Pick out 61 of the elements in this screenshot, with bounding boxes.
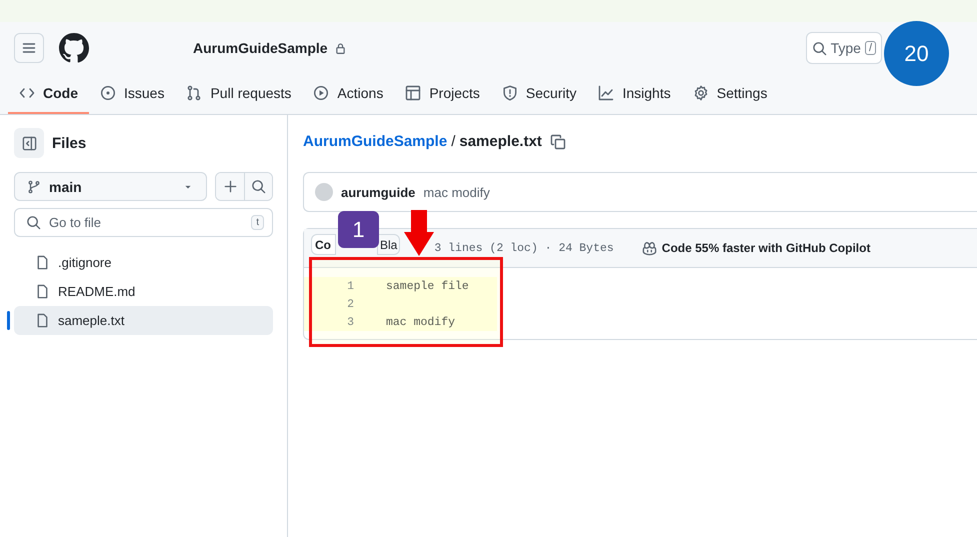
circle-dot-icon — [100, 85, 116, 101]
plus-icon — [222, 179, 238, 194]
nav-tab[interactable]: Pull requests — [175, 74, 302, 114]
shield-icon — [502, 85, 518, 101]
octocat-logo-icon[interactable] — [59, 33, 89, 63]
commit-message[interactable]: mac modify — [423, 184, 490, 200]
search-field[interactable]: Type / — [806, 32, 882, 64]
view-tab[interactable]: Bla — [377, 234, 400, 255]
search-icon — [251, 179, 266, 194]
nav-tab[interactable]: Security — [490, 74, 588, 114]
search-icon — [26, 215, 41, 230]
nav-tab[interactable]: Projects — [394, 74, 491, 114]
sidebar-panel-icon — [22, 136, 36, 150]
line-graph-icon — [598, 85, 614, 101]
breadcrumb-link[interactable]: AurumGuideSample — [303, 133, 448, 150]
play-icon — [313, 85, 330, 101]
repo-name[interactable]: AurumGuideSample — [193, 40, 328, 56]
commit-author[interactable]: aurumguide — [341, 184, 416, 200]
view-tab[interactable]: Co — [311, 234, 336, 255]
shortcut-key: t — [251, 215, 264, 230]
nav-tab[interactable]: Settings — [682, 74, 778, 114]
code-line: sameple file — [386, 280, 469, 292]
collapse-sidebar-button[interactable] — [14, 128, 44, 158]
file-icon — [35, 284, 50, 299]
settings-icon — [692, 85, 709, 101]
field-placeholder: Go to file — [49, 215, 102, 230]
menu-button[interactable] — [14, 33, 44, 63]
copilot-link[interactable]: Code 55% faster with GitHub Copilot — [642, 240, 870, 256]
search-icon — [812, 40, 827, 56]
nav-tab[interactable]: Code — [8, 74, 89, 114]
nav-tab[interactable]: Actions — [302, 74, 394, 114]
nav-tab[interactable]: Insights — [587, 74, 682, 114]
file-icon — [35, 255, 50, 270]
file-tree-item[interactable]: README.md — [14, 277, 273, 306]
branch-selector[interactable]: main — [14, 172, 207, 201]
nav-tab[interactable]: Issues — [89, 74, 176, 114]
breadcrumb-separator: / — [451, 133, 456, 150]
copy-icon[interactable] — [550, 134, 566, 150]
step-badge: 1 — [338, 211, 379, 248]
pull-request-icon — [186, 85, 202, 101]
lock-icon — [334, 42, 347, 54]
shortcut-key: / — [864, 41, 876, 55]
sidebar-title: Files — [52, 134, 86, 152]
line-number: 1 — [346, 280, 354, 292]
search-button[interactable] — [244, 173, 272, 200]
add-file-button[interactable] — [216, 173, 244, 200]
file-name: sameple.txt — [459, 133, 542, 150]
file-tree-item[interactable]: .gitignore — [14, 248, 273, 277]
file-icon — [35, 313, 50, 328]
table-icon — [405, 85, 422, 101]
avatar-icon — [315, 183, 333, 201]
file-info: 3 lines (2 loc) · 24 Bytes — [434, 242, 614, 254]
code-line: mac modify — [386, 316, 456, 328]
line-number: 2 — [346, 298, 354, 310]
down-arrow-icon — [402, 210, 436, 256]
line-number: 3 — [346, 316, 354, 328]
copilot-icon — [642, 240, 657, 256]
branch-name: main — [49, 178, 82, 194]
go-to-file-field[interactable]: Go to file t — [14, 208, 273, 237]
search-placeholder: Type — [830, 40, 861, 56]
branch-icon — [27, 180, 41, 194]
